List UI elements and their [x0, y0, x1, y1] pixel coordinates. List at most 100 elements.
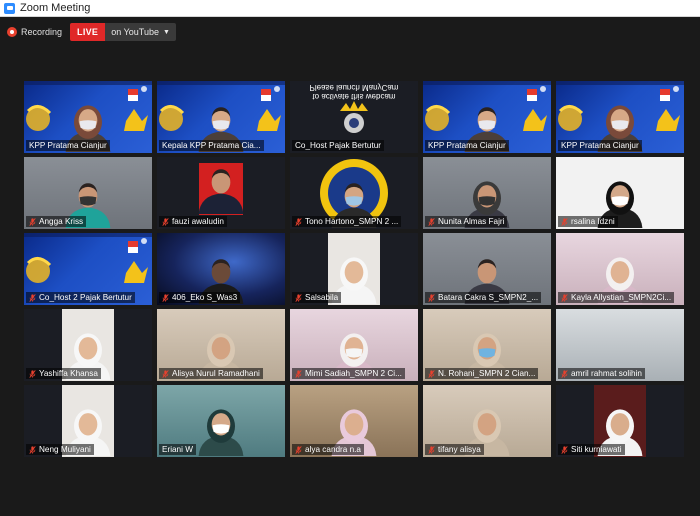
participant-tile[interactable]: amril rahmat solihin — [556, 309, 684, 381]
name-pill: Neng Muliyani — [26, 444, 94, 455]
participant-name: alya candra n.a — [305, 445, 361, 454]
mic-muted-icon — [295, 369, 302, 378]
mic-muted-icon — [561, 369, 568, 378]
participant-name: Mimi Sadiah_SMPN 2 Ci... — [305, 369, 402, 378]
participant-tile[interactable]: Mimi Sadiah_SMPN 2 Ci... — [290, 309, 418, 381]
mic-muted-icon — [428, 217, 435, 226]
participant-name: Kepala KPP Pratama Cia... — [162, 141, 261, 150]
name-pill: Co_Host Pajak Bertutur — [292, 140, 385, 151]
participant-tile[interactable]: Please launch ManyCam to activate this we… — [290, 81, 418, 153]
participant-name-label: KPP Pratama Cianjur — [425, 140, 549, 151]
participant-name: Nunita Almas Fajri — [438, 217, 505, 226]
name-pill: Angga Kriss — [26, 216, 87, 227]
participant-name: Siti kurniawati — [571, 445, 622, 454]
participant-tile[interactable]: Neng Muliyani — [24, 385, 152, 457]
participant-tile[interactable]: tifany alisya — [423, 385, 551, 457]
participant-name: KPP Pratama Cianjur — [561, 141, 639, 150]
participant-tile[interactable]: Co_Host 2 Pajak Bertutur — [24, 233, 152, 305]
participant-name: Co_Host Pajak Bertutur — [295, 141, 382, 150]
participant-name: Yashiffa Khansa — [39, 369, 98, 378]
participant-name-label: alya candra n.a — [292, 444, 416, 455]
participant-tile[interactable]: 406_Eko S_Was3 — [157, 233, 285, 305]
participant-name-label: Eriani W — [159, 444, 283, 455]
name-pill: Nunita Almas Fajri — [425, 216, 508, 227]
participant-tile[interactable]: N. Rohani_SMPN 2 Cian... — [423, 309, 551, 381]
participant-tile[interactable]: rsalina Idzni — [556, 157, 684, 229]
recording-indicator[interactable]: Recording — [7, 27, 62, 37]
name-pill: KPP Pratama Cianjur — [558, 140, 642, 151]
profile-photo — [198, 163, 244, 215]
participant-name-label: Co_Host Pajak Bertutur — [292, 140, 416, 151]
live-stream-button[interactable]: LIVE on YouTube ▼ — [70, 23, 176, 41]
participant-tile[interactable]: Nunita Almas Fajri — [423, 157, 551, 229]
name-pill: Eriani W — [159, 444, 196, 455]
participant-name: Co_Host 2 Pajak Bertutur — [39, 293, 132, 302]
stream-destination-label: on YouTube — [111, 27, 159, 37]
participant-name: Eriani W — [162, 445, 193, 454]
participant-name-label: Batara Cakra S_SMPN2_... — [425, 292, 549, 303]
participant-tile[interactable]: Salsabila — [290, 233, 418, 305]
participant-tile[interactable]: KPP Pratama Cianjur — [423, 81, 551, 153]
participant-name: KPP Pratama Cianjur — [428, 141, 506, 150]
recording-label: Recording — [21, 27, 63, 37]
title-bar: Zoom Meeting — [0, 0, 700, 17]
chevron-down-icon: ▼ — [162, 28, 170, 36]
mic-muted-icon — [162, 217, 169, 226]
participant-tile[interactable]: Eriani W — [157, 385, 285, 457]
webcam-notice-text: Please launch ManyCam — [309, 83, 399, 92]
name-pill: Yashiffa Khansa — [26, 368, 101, 379]
participant-tile[interactable]: Kayla Allystian_SMPN2Ci... — [556, 233, 684, 305]
participant-tile[interactable]: KPP Pratama Cianjur — [556, 81, 684, 153]
participant-tile[interactable]: Angga Kriss — [24, 157, 152, 229]
participant-name: Tono Hartono_SMPN 2 ... — [305, 217, 399, 226]
participant-name-label: rsalina Idzni — [558, 216, 682, 227]
participant-name-label: Neng Muliyani — [26, 444, 150, 455]
meeting-status-bar: Recording LIVE on YouTube ▼ — [0, 17, 700, 47]
participant-name: Angga Kriss — [39, 217, 84, 226]
mic-muted-icon — [29, 445, 36, 454]
participant-tile[interactable]: Kepala KPP Pratama Cia... — [157, 81, 285, 153]
participant-name-label: N. Rohani_SMPN 2 Cian... — [425, 368, 549, 379]
name-pill: rsalina Idzni — [558, 216, 618, 227]
name-pill: Salsabila — [292, 292, 342, 303]
mic-muted-icon — [428, 369, 435, 378]
participant-name-label: 406_Eko S_Was3 — [159, 292, 283, 303]
participant-name: amril rahmat solihin — [571, 369, 642, 378]
gallery-view: KPP Pratama Cianjur Kepala KPP Pratama Ci… — [24, 81, 684, 457]
webcam-notice-text: to activate this webcam — [312, 92, 396, 101]
name-pill: KPP Pratama Cianjur — [26, 140, 110, 151]
participant-name-label: Salsabila — [292, 292, 416, 303]
participant-tile[interactable]: Alisya Nurul Ramadhani — [157, 309, 285, 381]
participant-name: Neng Muliyani — [39, 445, 91, 454]
participant-tile[interactable]: Siti kurniawati — [556, 385, 684, 457]
participant-tile[interactable]: Yashiffa Khansa — [24, 309, 152, 381]
name-pill: tifany alisya — [425, 444, 484, 455]
participant-tile[interactable]: Tono Hartono_SMPN 2 ... — [290, 157, 418, 229]
participant-name: fauzi awaludin — [172, 217, 224, 226]
participant-tile[interactable]: Batara Cakra S_SMPN2_... — [423, 233, 551, 305]
mic-muted-icon — [162, 293, 169, 302]
mic-muted-icon — [295, 293, 302, 302]
participant-name-label: Nunita Almas Fajri — [425, 216, 549, 227]
participant-tile[interactable]: fauzi awaludin — [157, 157, 285, 229]
mic-muted-icon — [162, 369, 169, 378]
name-pill: 406_Eko S_Was3 — [159, 292, 241, 303]
name-pill: fauzi awaludin — [159, 216, 227, 227]
mic-muted-icon — [29, 369, 36, 378]
participant-name-label: Kepala KPP Pratama Cia... — [159, 140, 283, 151]
name-pill: Siti kurniawati — [558, 444, 625, 455]
participant-name-label: Tono Hartono_SMPN 2 ... — [292, 216, 416, 227]
mic-muted-icon — [29, 217, 36, 226]
record-icon — [7, 27, 17, 37]
participant-name-label: Mimi Sadiah_SMPN 2 Ci... — [292, 368, 416, 379]
mic-muted-icon — [561, 293, 568, 302]
name-pill: amril rahmat solihin — [558, 368, 645, 379]
participant-tile[interactable]: alya candra n.a — [290, 385, 418, 457]
zoom-app-icon — [4, 2, 15, 14]
participant-tile[interactable]: KPP Pratama Cianjur — [24, 81, 152, 153]
live-badge: LIVE — [70, 23, 106, 41]
participant-name-label: fauzi awaludin — [159, 216, 283, 227]
name-pill: alya candra n.a — [292, 444, 364, 455]
stream-destination[interactable]: on YouTube ▼ — [105, 23, 176, 41]
name-pill: Co_Host 2 Pajak Bertutur — [26, 292, 135, 303]
